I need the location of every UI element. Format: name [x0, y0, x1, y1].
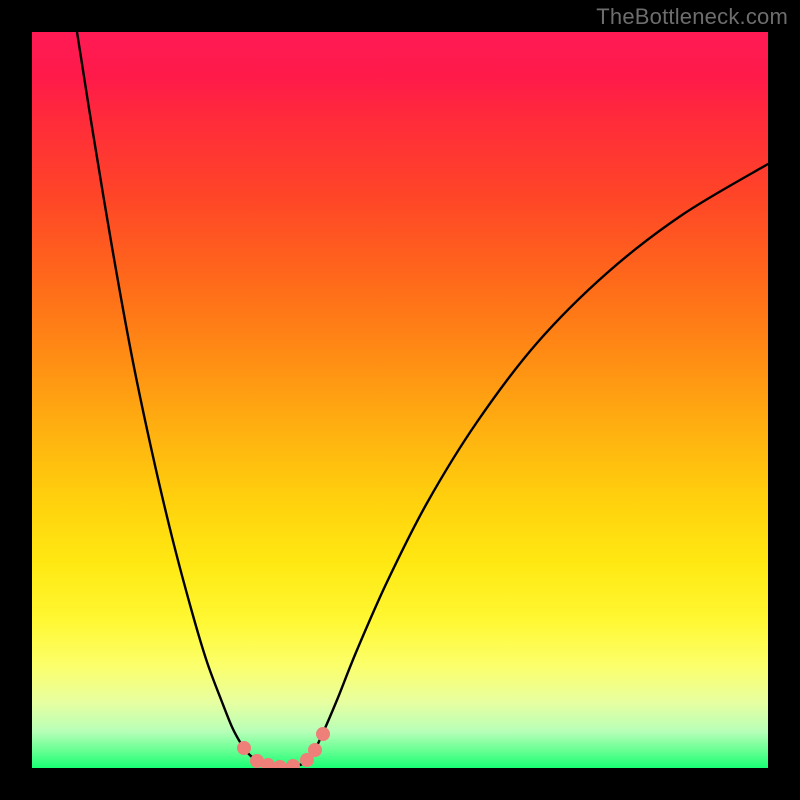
highlight-dot-3: [273, 760, 287, 768]
left-branch-path: [77, 32, 253, 758]
chart-frame: TheBottleneck.com: [0, 0, 800, 800]
chart-svg: [32, 32, 768, 768]
watermark-text: TheBottleneck.com: [596, 4, 788, 30]
plot-area: [32, 32, 768, 768]
highlight-dot-7: [316, 727, 330, 741]
highlight-dot-4: [286, 759, 300, 768]
marker-group: [237, 727, 330, 768]
right-branch-path: [311, 164, 768, 758]
highlight-dot-6: [308, 743, 322, 757]
curve-group: [77, 32, 768, 767]
highlight-dot-0: [237, 741, 251, 755]
